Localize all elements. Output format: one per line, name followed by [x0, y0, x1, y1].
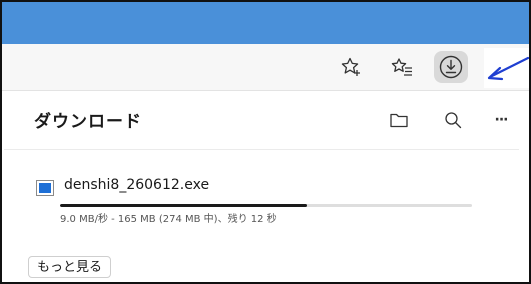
see-more-button[interactable]: もっと見る	[28, 256, 112, 278]
download-icon	[439, 55, 463, 79]
more-options-button[interactable]: ···	[490, 109, 512, 131]
exe-file-icon	[36, 180, 54, 196]
download-progress-fill	[60, 204, 308, 207]
download-status-text: 9.0 MB/秒 - 165 MB (274 MB 中)、残り 12 秒	[60, 214, 277, 225]
downloads-button[interactable]	[434, 51, 468, 83]
search-icon	[445, 112, 462, 129]
browser-title-bar	[2, 2, 529, 44]
add-favorite-button[interactable]	[335, 51, 367, 83]
annotation-arrow	[484, 48, 529, 88]
screenshot-frame: ダウンロード ··· denshi8_260612.exe 9.0 MB/秒 -…	[0, 0, 531, 284]
favorites-list-icon	[391, 58, 412, 76]
star-plus-icon	[341, 57, 360, 76]
search-downloads-button[interactable]	[442, 109, 464, 131]
download-file-name[interactable]: denshi8_260612.exe	[64, 177, 209, 193]
downloads-panel-title: ダウンロード	[34, 112, 142, 132]
arrow-pointer-icon	[487, 56, 529, 81]
panel-divider	[4, 149, 519, 150]
open-downloads-folder-button[interactable]	[388, 109, 410, 131]
more-icon: ···	[494, 112, 509, 128]
favorites-button[interactable]	[386, 51, 418, 83]
downloads-panel: ダウンロード ··· denshi8_260612.exe 9.0 MB/秒 -…	[4, 91, 519, 282]
browser-toolbar	[2, 44, 529, 91]
folder-icon	[390, 113, 408, 128]
download-progress-bar	[60, 204, 472, 207]
